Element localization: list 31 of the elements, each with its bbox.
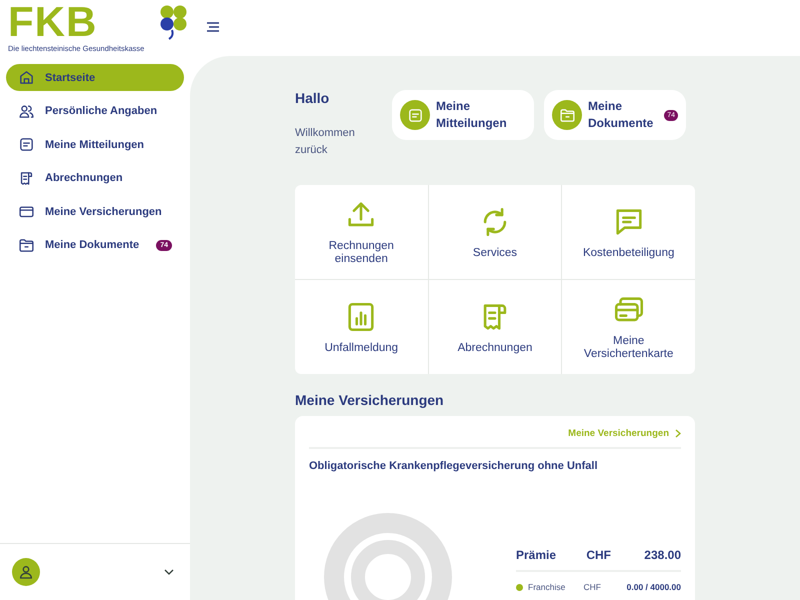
folder-badge-icon	[552, 100, 582, 130]
shortcut-card[interactable]: Meine Mitteilungen	[392, 90, 534, 140]
folder-icon	[18, 236, 35, 254]
nav-item[interactable]: Abrechnungen	[6, 164, 184, 192]
welcome-text: Willkommen zurück	[295, 126, 356, 158]
nav-item[interactable]: Startseite	[6, 64, 184, 91]
service-tile[interactable]: Abrechnungen	[428, 280, 562, 374]
premium-row: Prämie CHF 238.00	[516, 548, 681, 572]
nav-item[interactable]: Meine Versicherungen	[6, 198, 184, 225]
greeting-title: Hallo	[295, 90, 330, 106]
menu-icon[interactable]	[206, 22, 220, 32]
currency-label: CHF	[584, 582, 601, 592]
insurance-title: Obligatorische Krankenpflegeversicherung ohne Unfall	[309, 460, 599, 472]
chevron-down-icon[interactable]	[164, 569, 174, 575]
service-tile[interactable]: Unfallmeldung	[295, 280, 428, 374]
message-icon	[18, 136, 35, 153]
logo-wordmark: FKB	[8, 4, 98, 40]
service-tile[interactable]: Services	[428, 185, 562, 279]
user-avatar[interactable]	[12, 558, 40, 586]
house-icon	[18, 69, 35, 86]
nav-item[interactable]: Meine Mitteilungen	[6, 131, 184, 158]
people-icon	[18, 102, 35, 120]
legend-label: Franchise	[528, 582, 566, 592]
service-tile[interactable]: Kostenbeteiligung	[562, 185, 695, 279]
message-badge-icon	[400, 100, 430, 130]
nav-item[interactable]: Persönliche Angaben	[6, 98, 184, 124]
section-heading: Meine Versicherungen	[295, 392, 445, 408]
service-tile[interactable]: Rechnungen einsenden	[295, 185, 428, 279]
service-tile[interactable]: Meine Versichertenkarte	[562, 280, 695, 374]
deductible-value: 0.00 / 4000.00	[626, 582, 681, 592]
receipt-icon	[18, 170, 35, 186]
